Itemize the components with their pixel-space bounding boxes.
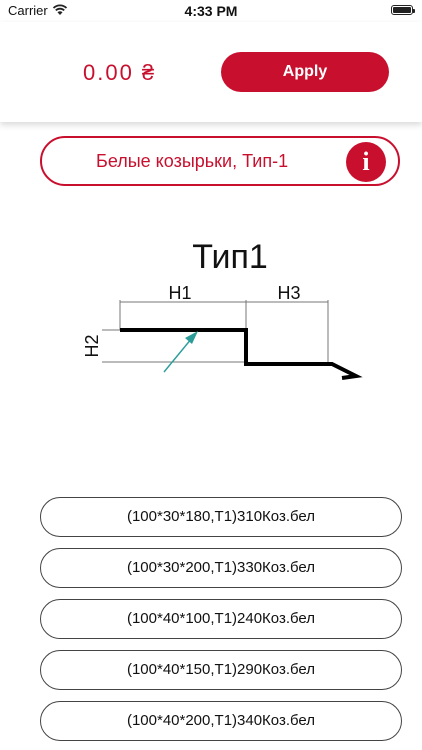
battery-icon: [391, 5, 415, 15]
option-item[interactable]: (100*40*200,T1)340Коз.бел: [40, 701, 402, 741]
profile-shape: [120, 328, 363, 380]
option-item[interactable]: (100*30*200,T1)330Коз.бел: [40, 548, 402, 588]
pointer-arrow: [163, 337, 193, 373]
option-item[interactable]: (100*30*180,T1)310Коз.бел: [40, 497, 402, 537]
label-h3: H3: [277, 283, 300, 303]
status-bar: Carrier 4:33 PM: [0, 0, 422, 22]
diagram-title: Тип1: [192, 238, 268, 276]
option-item[interactable]: (100*40*150,T1)290Коз.бел: [40, 650, 402, 690]
status-time: 4:33 PM: [184, 3, 238, 19]
product-title-bar: Белые козырьки, Тип-1 i: [40, 136, 400, 186]
profile-diagram: Тип1 H1 H3 H2: [82, 238, 363, 380]
label-h1: H1: [168, 283, 191, 303]
option-item[interactable]: (100*40*100,T1)240Коз.бел: [40, 599, 402, 639]
label-h2: H2: [82, 334, 102, 357]
apply-button[interactable]: Apply: [221, 52, 389, 92]
info-button[interactable]: i: [346, 142, 386, 182]
header: 0.00 ₴ Apply: [0, 22, 422, 122]
product-title: Белые козырьки, Тип-1: [96, 151, 289, 171]
total-price: 0.00 ₴: [83, 60, 157, 85]
